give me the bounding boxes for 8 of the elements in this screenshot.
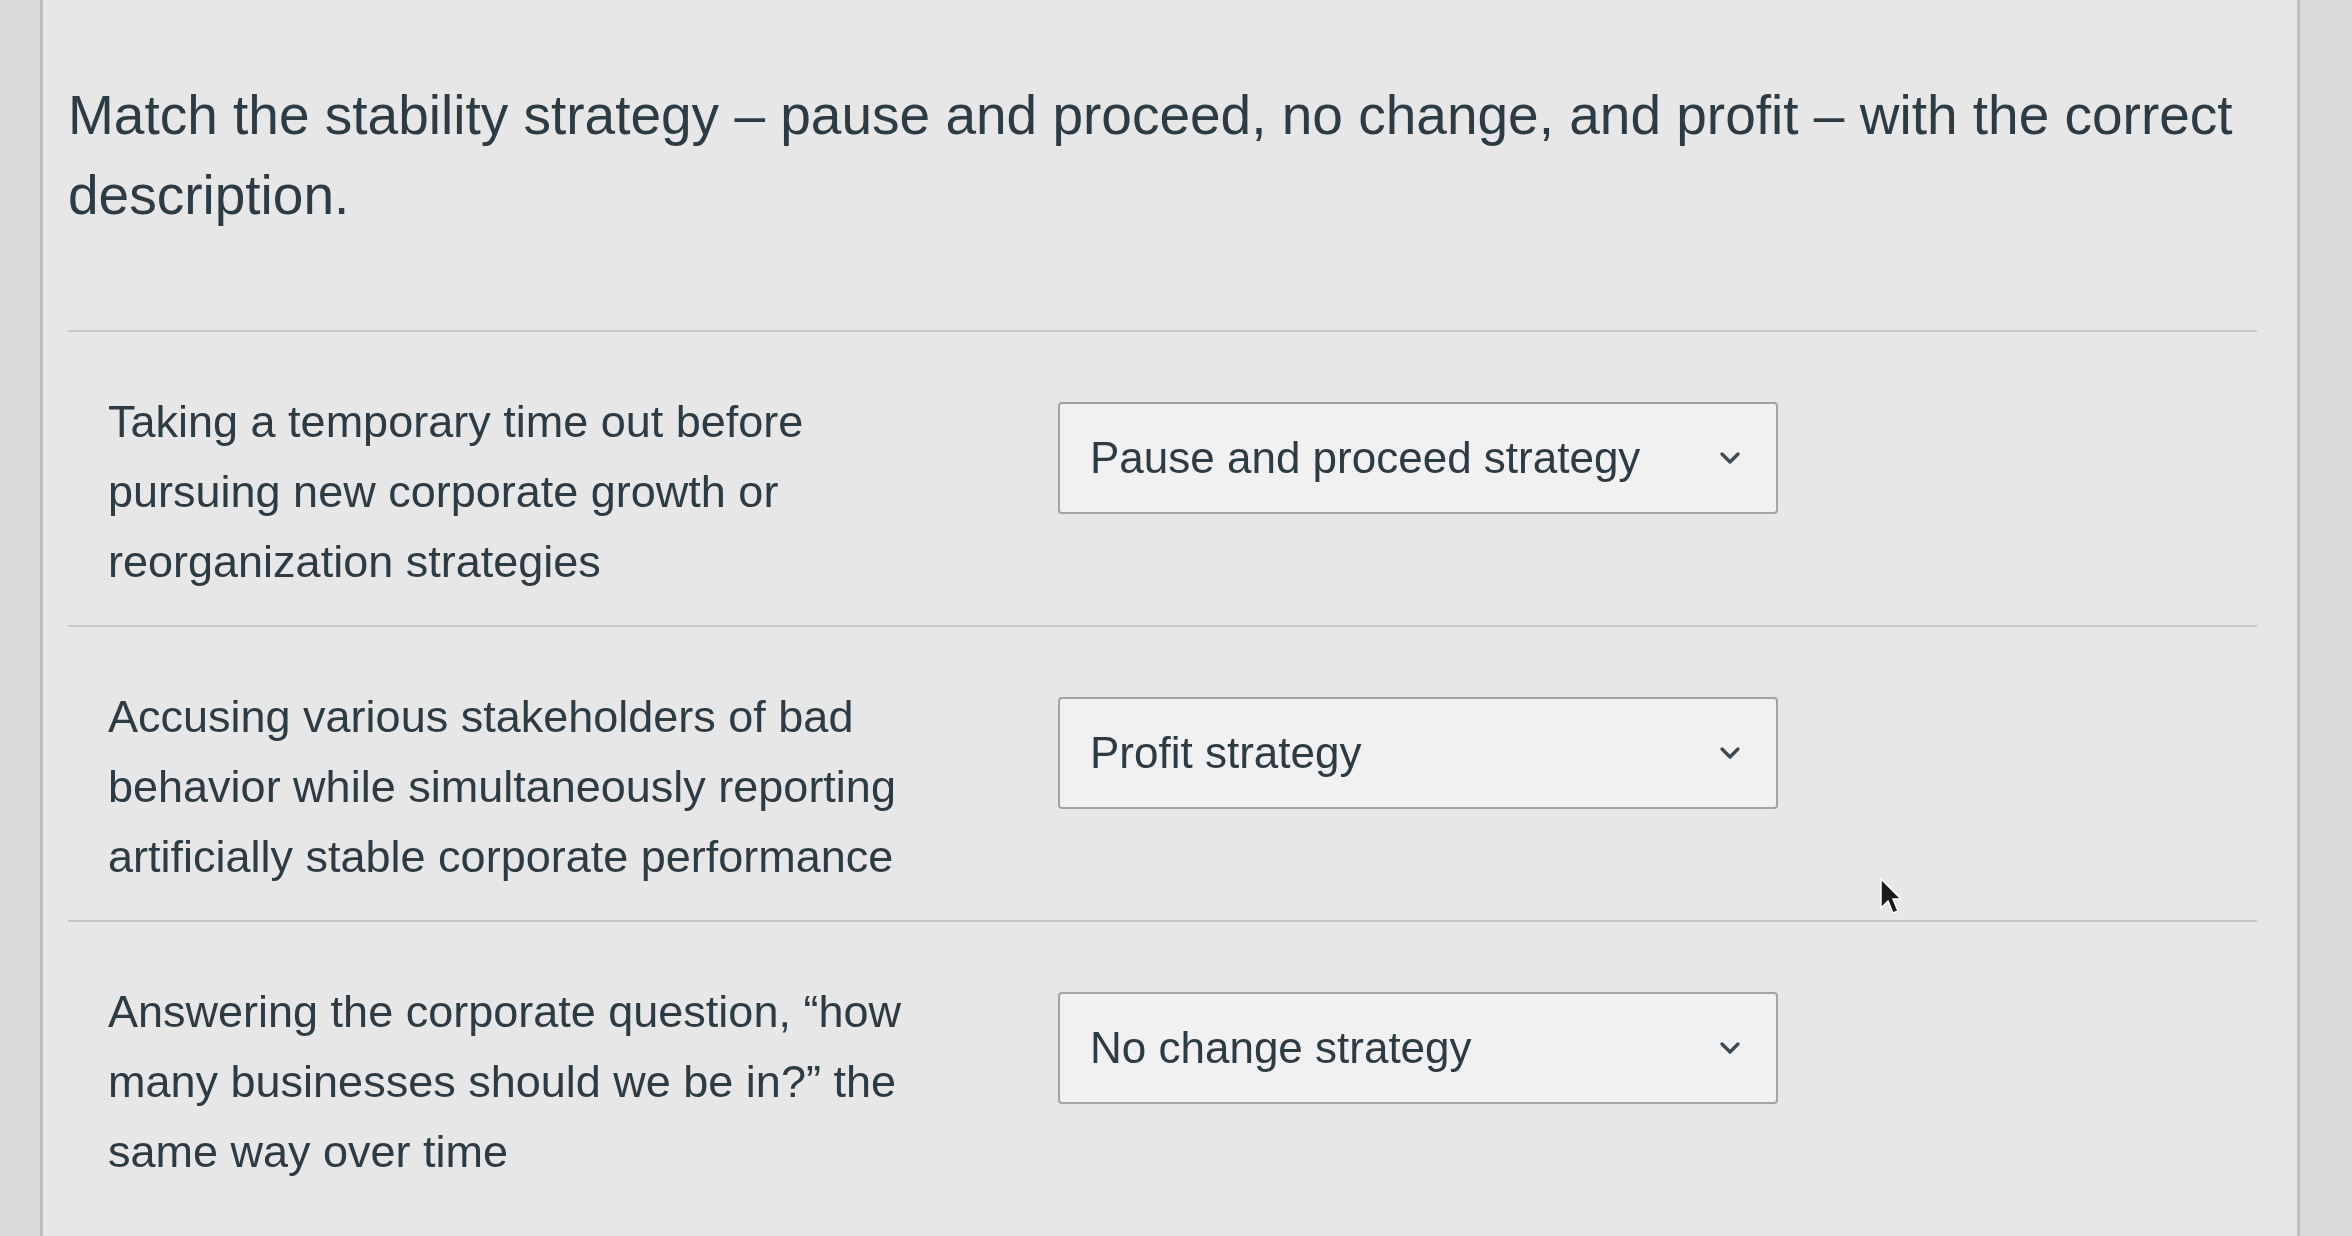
answer-dropdown[interactable]: Pause and proceed strategy — [1058, 402, 1778, 514]
mouse-pointer-icon — [1880, 878, 1902, 914]
match-description: Taking a temporary time out before pursuing new corporate growth or reorganization strategies — [108, 395, 805, 589]
match-description: Answering the corporate question, “how many businesses should we be in?” the same way over time — [108, 985, 902, 1179]
answer-dropdown[interactable]: No change strategy — [1058, 992, 1778, 1104]
match-description: Accusing various stakeholders of bad behavior while simultaneously reporting artificially stable corporate performance — [108, 690, 897, 884]
answer-dropdown[interactable]: Profit strategy — [1058, 697, 1778, 809]
question-text: Match the stability strategy – pause and proceed, no change, and profit – with the correct description. — [68, 83, 2234, 228]
